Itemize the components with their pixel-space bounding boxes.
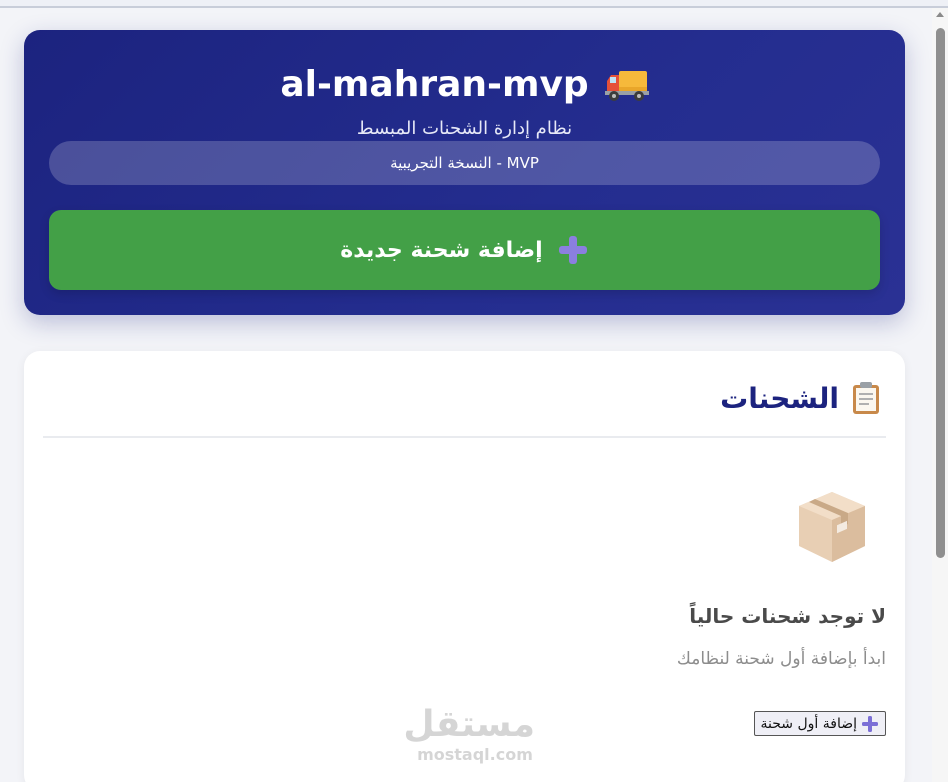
add-first-shipment-button[interactable]: إضافة أول شحنة bbox=[753, 711, 886, 736]
empty-state-title: لا توجد شحنات حالياً bbox=[689, 604, 886, 628]
add-shipment-label: إضافة شحنة جديدة bbox=[340, 237, 543, 263]
watermark-latin: mostaql.com bbox=[417, 745, 533, 764]
empty-state-hint: ابدأ بإضافة أول شحنة لنظامك bbox=[676, 649, 886, 669]
app-subtitle: نظام إدارة الشحنات المبسط bbox=[356, 118, 573, 139]
section-divider bbox=[43, 436, 886, 438]
vertical-scrollbar[interactable] bbox=[932, 8, 948, 782]
mostaql-watermark: مستقل mostaql.com bbox=[403, 704, 535, 767]
scroll-up-arrow-icon[interactable] bbox=[936, 12, 944, 17]
title-row: al-mahran-mvp bbox=[24, 64, 905, 105]
add-first-shipment-label: إضافة أول شحنة bbox=[760, 715, 857, 732]
header-card: al-mahran-mvp نظام إدارة الشحنات المبسط … bbox=[24, 30, 905, 315]
section-header: الشحنات bbox=[720, 381, 881, 415]
app-title: al-mahran-mvp bbox=[280, 64, 589, 105]
watermark-arabic: مستقل bbox=[403, 704, 535, 745]
package-box-icon bbox=[799, 492, 865, 562]
add-shipment-button[interactable]: إضافة شحنة جديدة bbox=[49, 210, 880, 290]
plus-icon bbox=[558, 236, 587, 264]
section-title: الشحنات bbox=[720, 381, 839, 415]
browser-top-strip bbox=[0, 0, 948, 8]
version-badge: MVP - النسخة التجريبية bbox=[49, 141, 880, 185]
truck-icon bbox=[604, 70, 649, 101]
scrollbar-thumb[interactable] bbox=[936, 28, 945, 558]
clipboard-icon bbox=[853, 382, 879, 414]
plus-icon bbox=[862, 715, 878, 732]
